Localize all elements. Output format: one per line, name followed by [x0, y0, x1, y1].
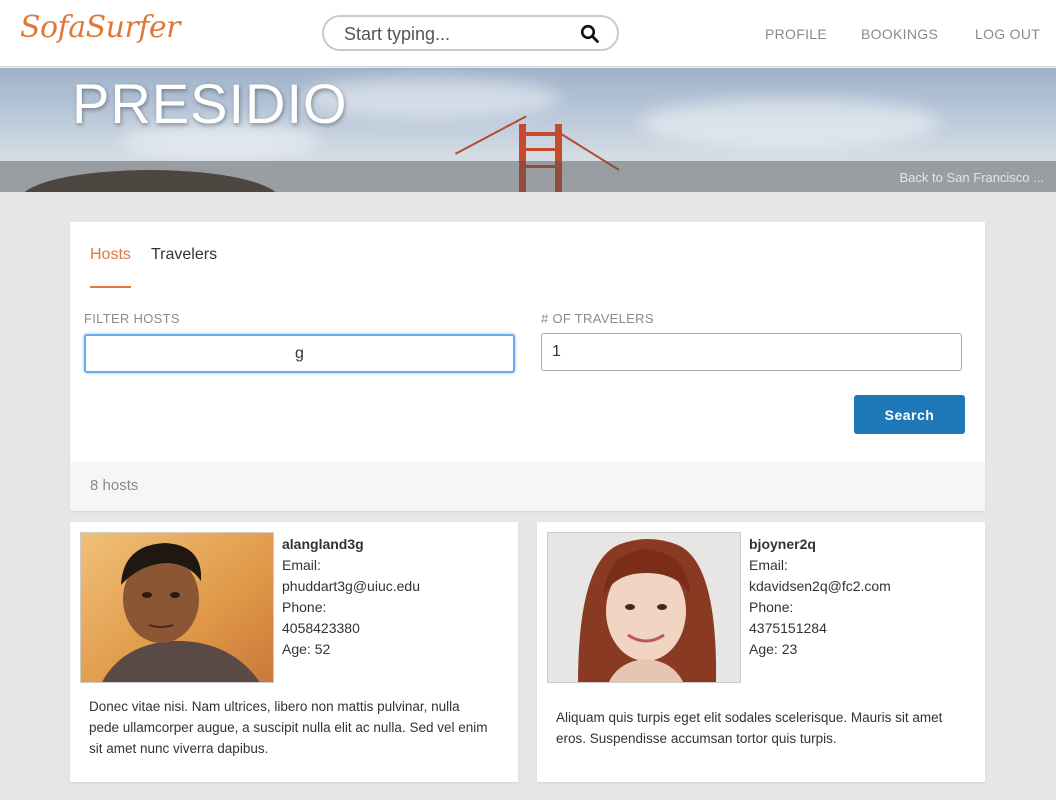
host-username[interactable]: alangland3g	[282, 534, 420, 555]
host-info: alangland3g Email: phuddart3g@uiuc.edu P…	[282, 534, 420, 660]
phone-label: Phone:	[749, 599, 794, 615]
nav-profile-link[interactable]: PROFILE	[765, 26, 827, 42]
filter-hosts-label: FILTER HOSTS	[84, 311, 180, 326]
hero-banner: PRESIDIO Back to San Francisco ...	[0, 68, 1056, 192]
phone-label: Phone:	[282, 599, 327, 615]
nav-logout-link[interactable]: LOG OUT	[975, 26, 1040, 42]
tab-travelers[interactable]: Travelers	[151, 246, 217, 264]
email-label: Email:	[282, 557, 321, 573]
host-avatar[interactable]	[547, 532, 741, 683]
search-button[interactable]: Search	[854, 395, 965, 434]
host-phone: 4375151284	[749, 620, 827, 636]
host-avatar[interactable]	[80, 532, 274, 683]
host-card[interactable]: bjoyner2q Email: kdavidsen2q@fc2.com Pho…	[537, 522, 985, 782]
host-info: bjoyner2q Email: kdavidsen2q@fc2.com Pho…	[749, 534, 891, 660]
tab-hosts[interactable]: Hosts	[90, 246, 131, 264]
host-card[interactable]: alangland3g Email: phuddart3g@uiuc.edu P…	[70, 522, 518, 782]
host-age: Age: 52	[282, 641, 331, 657]
global-search-input[interactable]	[344, 23, 564, 45]
host-email: kdavidsen2q@fc2.com	[749, 578, 891, 594]
app-logo[interactable]: SofaSurfer	[20, 10, 181, 45]
hero-strip	[0, 161, 1056, 192]
travelers-input[interactable]	[541, 333, 962, 371]
host-age: Age: 23	[749, 641, 798, 657]
email-label: Email:	[749, 557, 788, 573]
search-panel: Hosts Travelers FILTER HOSTS # OF TRAVEL…	[70, 222, 985, 511]
host-bio: Donec vitae nisi. Nam ultrices, libero n…	[89, 699, 488, 756]
city-title: PRESIDIO	[72, 72, 348, 135]
results-summary: 8 hosts	[70, 462, 985, 511]
back-link[interactable]: Back to San Francisco ...	[899, 170, 1044, 185]
host-bio: Aliquam quis turpis eget elit sodales sc…	[556, 710, 943, 746]
host-username[interactable]: bjoyner2q	[749, 534, 891, 555]
top-nav: SofaSurfer PROFILE BOOKINGS LOG OUT	[0, 0, 1056, 67]
global-search[interactable]	[322, 15, 619, 51]
host-count: 8 hosts	[90, 477, 139, 494]
host-email: phuddart3g@uiuc.edu	[282, 578, 420, 594]
active-tab-underline	[90, 286, 131, 288]
nav-bookings-link[interactable]: BOOKINGS	[861, 26, 938, 42]
host-phone: 4058423380	[282, 620, 360, 636]
travelers-label: # OF TRAVELERS	[541, 311, 654, 326]
filter-hosts-input[interactable]	[84, 334, 515, 373]
search-icon[interactable]	[580, 24, 600, 44]
